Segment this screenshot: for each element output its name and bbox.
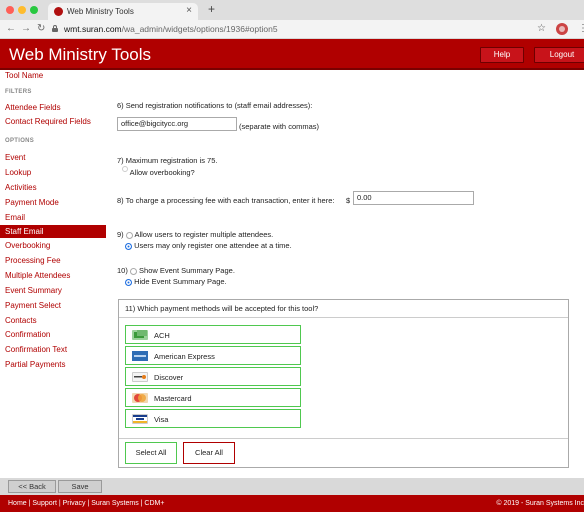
help-button[interactable]: Help <box>480 47 524 63</box>
sidebar-item-payment-mode[interactable]: Payment Mode <box>0 196 106 209</box>
sidebar-item-attendee-fields[interactable]: Attendee Fields <box>0 101 106 114</box>
url-path: /wa_admin/widgets/options/1936#option5 <box>121 24 278 34</box>
sidebar-item-event[interactable]: Event <box>0 151 106 164</box>
discover-card-icon <box>132 372 148 382</box>
q9-option-1[interactable]: 9) Allow users to register multiple atte… <box>117 230 273 239</box>
q8-label: 8) To charge a processing fee with each … <box>117 196 335 205</box>
sidebar-item-contacts[interactable]: Contacts <box>0 314 106 327</box>
close-window-icon[interactable] <box>6 6 14 14</box>
new-tab-icon[interactable]: + <box>208 2 215 16</box>
payment-option-visa[interactable]: Visa <box>125 409 301 428</box>
sidebar-item-confirmation-text[interactable]: Confirmation Text <box>0 343 106 356</box>
bookmark-star-icon[interactable]: ☆ <box>537 23 546 34</box>
back-button[interactable]: << Back <box>8 480 56 493</box>
q9-radio-single[interactable] <box>125 242 132 250</box>
processing-fee-input[interactable]: 0.00 <box>353 191 474 205</box>
browser-tab-bar: Web Ministry Tools × + <box>0 0 584 20</box>
save-button[interactable]: Save <box>58 480 102 493</box>
currency-symbol: $ <box>346 196 351 205</box>
q9-option-2[interactable]: Users may only register one attendee at … <box>125 241 292 250</box>
footer-links[interactable]: Home | Support | Privacy | Suran Systems… <box>8 500 164 507</box>
payment-option-ach[interactable]: ACH <box>125 325 301 344</box>
q10-option-1[interactable]: 10) Show Event Summary Page. <box>117 266 235 275</box>
q10-option-2-label: Hide Event Summary Page. <box>134 277 227 286</box>
tab-close-icon[interactable]: × <box>186 5 192 16</box>
q9-radio-multiple[interactable] <box>125 231 133 239</box>
sidebar-item-partial-payments[interactable]: Partial Payments <box>0 358 106 371</box>
payment-option-discover[interactable]: Discover <box>125 367 301 386</box>
q9-option-2-label: Users may only register one attendee at … <box>134 241 292 250</box>
sidebar-item-multiple-attendees[interactable]: Multiple Attendees <box>0 269 106 282</box>
minimize-window-icon[interactable] <box>18 6 26 14</box>
sidebar-item-event-summary[interactable]: Event Summary <box>0 284 106 297</box>
forward-arrow-icon[interactable]: → <box>21 23 31 34</box>
payment-option-label: Visa <box>154 415 169 424</box>
site-favicon-icon <box>54 7 63 16</box>
overbooking-option[interactable]: Allow overbooking? <box>122 166 195 177</box>
browser-tab[interactable]: Web Ministry Tools × <box>48 3 198 20</box>
app-header: Web Ministry Tools Help Logout <box>0 39 584 70</box>
lock-icon[interactable] <box>52 25 58 32</box>
amex-card-icon <box>132 351 148 361</box>
q7-label: 7) Maximum registration is 75. <box>117 156 218 165</box>
profile-avatar-icon[interactable] <box>556 23 568 35</box>
app-title: Web Ministry Tools <box>9 45 152 64</box>
select-all-button[interactable]: Select All <box>125 442 177 464</box>
sidebar-item-confirmation[interactable]: Confirmation <box>0 328 106 341</box>
q10-radio-hide[interactable] <box>125 278 132 286</box>
q10-number: 10) <box>117 266 128 275</box>
payment-option-label: Mastercard <box>154 394 192 403</box>
logout-button[interactable]: Logout <box>534 47 584 63</box>
mastercard-icon <box>132 393 148 403</box>
tab-title: Web Ministry Tools <box>67 7 134 16</box>
q9-option-1-label: Allow users to register multiple attende… <box>134 230 274 239</box>
q10-option-1-label: Show Event Summary Page. <box>139 266 235 275</box>
address-bar: ← → ↻ wmt.suran.com/wa_admin/widgets/opt… <box>0 20 584 39</box>
bottom-action-bar: << Back Save <box>0 478 584 495</box>
back-arrow-icon[interactable]: ← <box>6 23 16 34</box>
sidebar: Tool Name FILTERS Attendee Fields Contac… <box>0 70 106 478</box>
url-field[interactable]: wmt.suran.com/wa_admin/widgets/options/1… <box>64 24 278 34</box>
reload-icon[interactable]: ↻ <box>37 23 45 34</box>
maximize-window-icon[interactable] <box>30 6 38 14</box>
divider <box>119 438 568 439</box>
q6-label: 6) Send registration notifications to (s… <box>117 101 313 110</box>
staff-email-input[interactable]: office@bigcitycc.org <box>117 117 237 131</box>
sidebar-item-activities[interactable]: Activities <box>0 181 106 194</box>
sidebar-item-contact-required-fields[interactable]: Contact Required Fields <box>0 115 106 128</box>
overbooking-label: Allow overbooking? <box>129 168 195 177</box>
payment-option-label: Discover <box>154 373 184 382</box>
sidebar-heading-options: OPTIONS <box>5 138 35 144</box>
sidebar-item-tool-name[interactable]: Tool Name <box>0 69 106 82</box>
q11-label: 11) Which payment methods will be accept… <box>125 304 319 313</box>
divider <box>119 317 568 318</box>
options-form: 6) Send registration notifications to (s… <box>106 70 584 478</box>
payment-methods-panel: 11) Which payment methods will be accept… <box>118 299 569 468</box>
q9-number: 9) <box>117 230 124 239</box>
browser-menu-icon[interactable]: ⋮ <box>578 23 584 34</box>
sidebar-item-overbooking[interactable]: Overbooking <box>0 239 106 252</box>
payment-option-mastercard[interactable]: Mastercard <box>125 388 301 407</box>
clear-all-button[interactable]: Clear All <box>183 442 235 464</box>
sidebar-heading-filters: FILTERS <box>5 89 32 95</box>
q10-radio-show[interactable] <box>129 267 137 275</box>
url-host: wmt.suran.com <box>64 24 122 34</box>
sidebar-item-lookup[interactable]: Lookup <box>0 166 106 179</box>
sidebar-item-staff-email[interactable]: Staff Email <box>0 225 106 238</box>
footer: Home | Support | Privacy | Suran Systems… <box>0 495 584 512</box>
sidebar-item-email[interactable]: Email <box>0 211 106 224</box>
footer-copyright: © 2019 - Suran Systems Inc <box>496 500 584 507</box>
bank-transfer-icon <box>132 330 148 340</box>
payment-option-label: ACH <box>154 331 170 340</box>
sidebar-item-processing-fee[interactable]: Processing Fee <box>0 254 106 267</box>
sidebar-item-payment-select[interactable]: Payment Select <box>0 299 106 312</box>
payment-option-amex[interactable]: American Express <box>125 346 301 365</box>
q10-option-2[interactable]: Hide Event Summary Page. <box>125 277 227 286</box>
q6-hint: (separate with commas) <box>239 122 320 131</box>
payment-option-label: American Express <box>154 352 215 361</box>
visa-card-icon <box>132 414 148 424</box>
overbooking-checkbox[interactable] <box>122 166 128 173</box>
